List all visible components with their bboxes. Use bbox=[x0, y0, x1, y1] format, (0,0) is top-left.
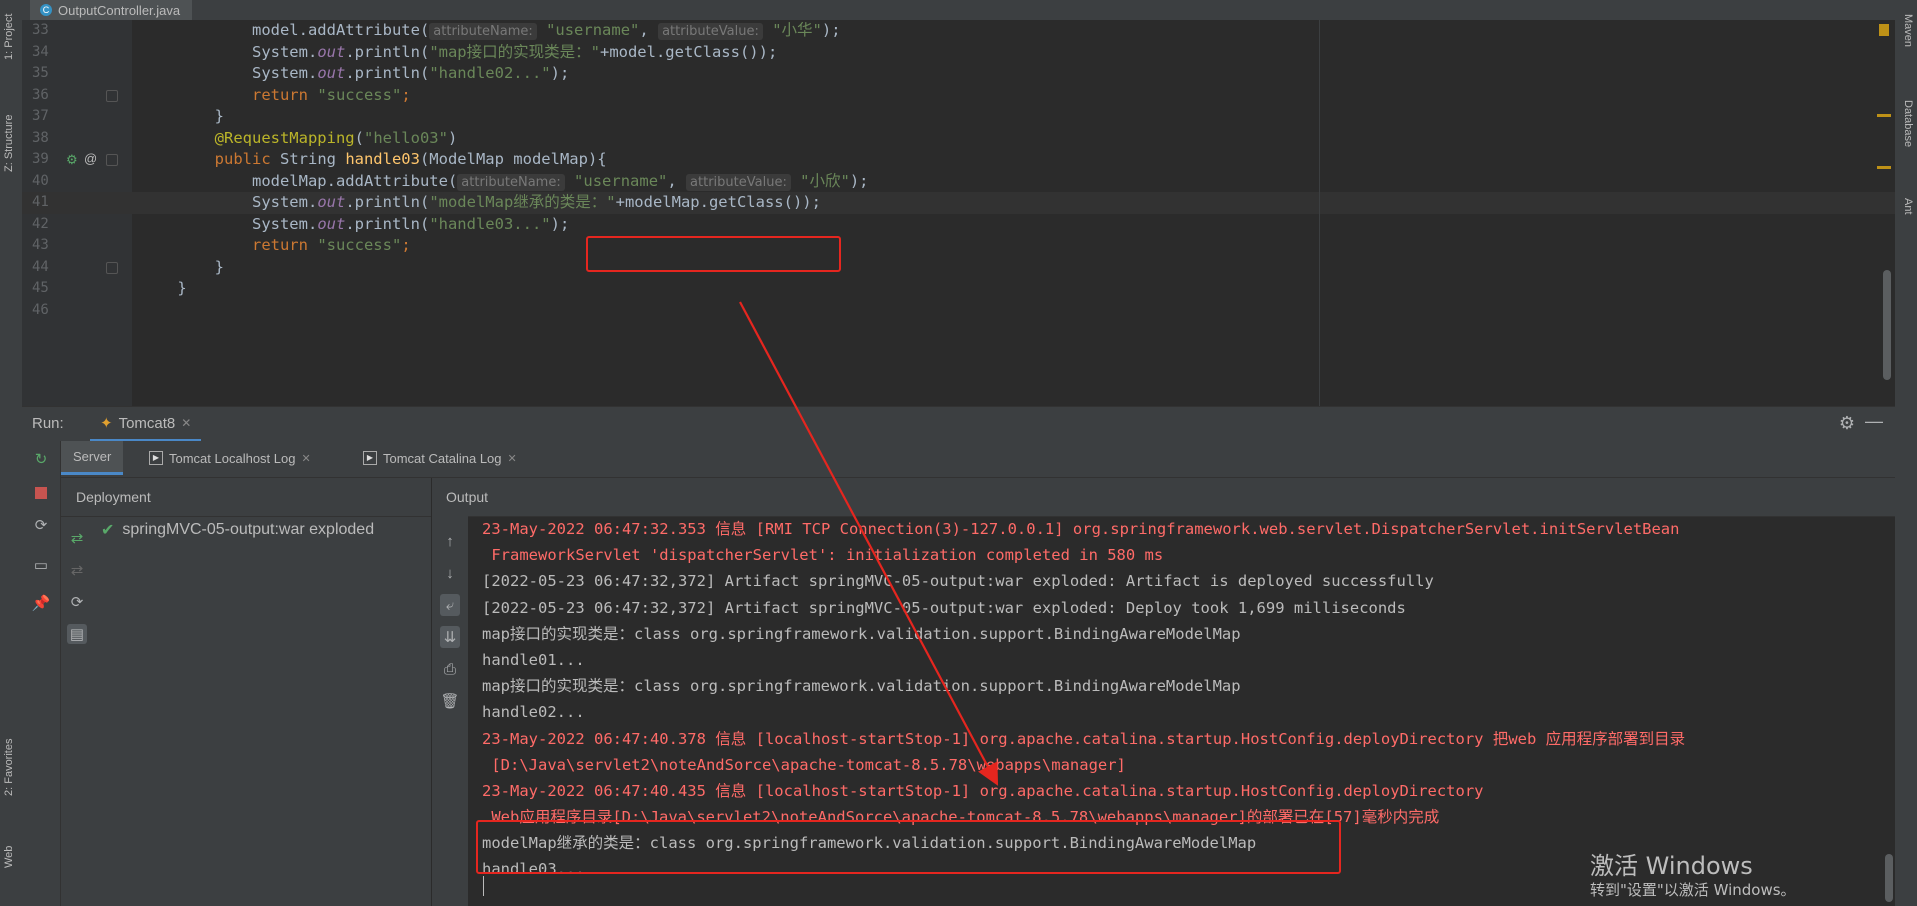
watermark-title: 激活 Windows bbox=[1590, 852, 1753, 880]
windows-activation-watermark: 激活 Windows 转到"设置"以激活 Windows。 bbox=[1590, 852, 1796, 900]
annotation-arrow bbox=[739, 301, 999, 786]
watermark-subtitle: 转到"设置"以激活 Windows。 bbox=[1590, 881, 1796, 899]
